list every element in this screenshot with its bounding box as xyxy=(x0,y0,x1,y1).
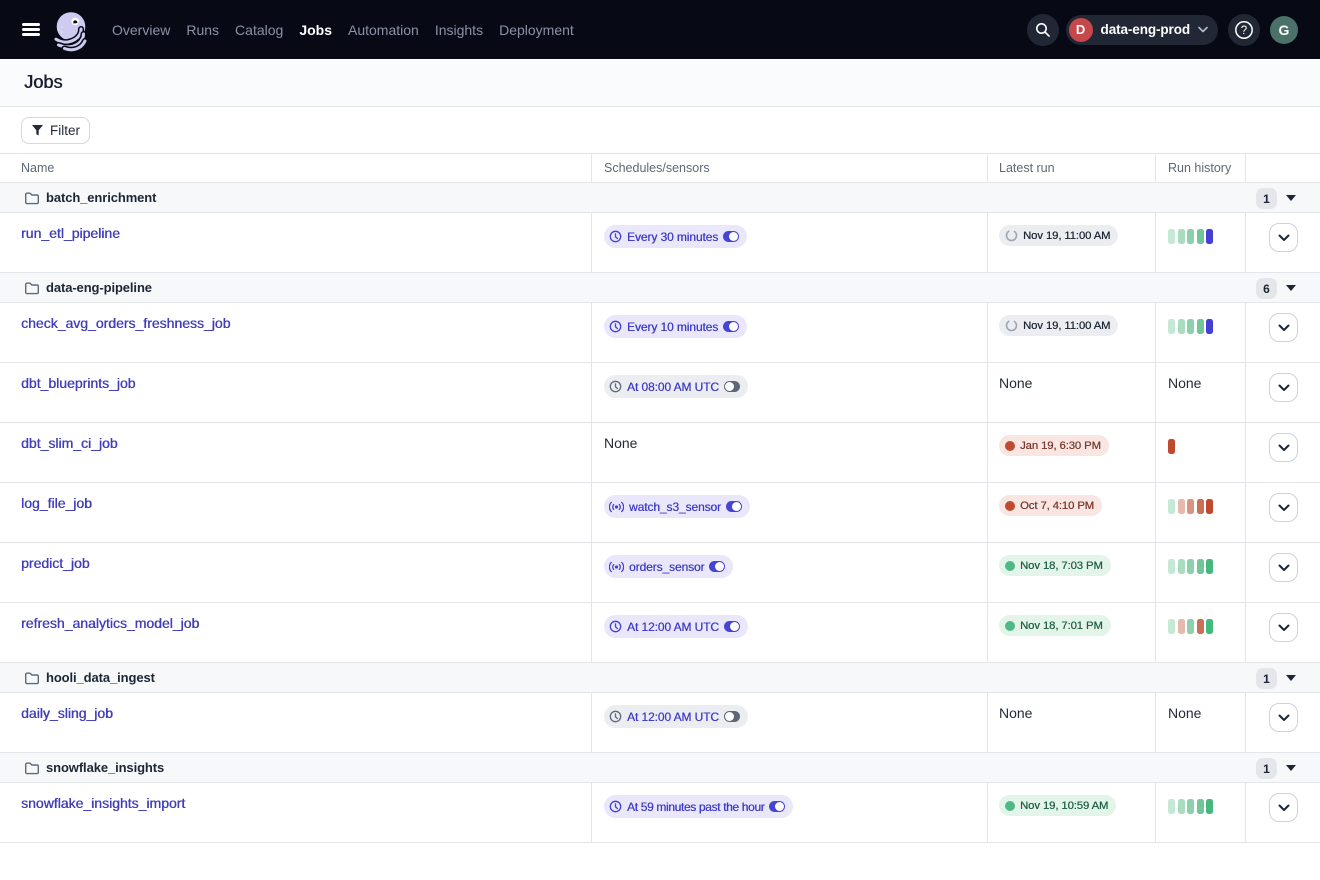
svg-text:?: ? xyxy=(1241,25,1247,37)
